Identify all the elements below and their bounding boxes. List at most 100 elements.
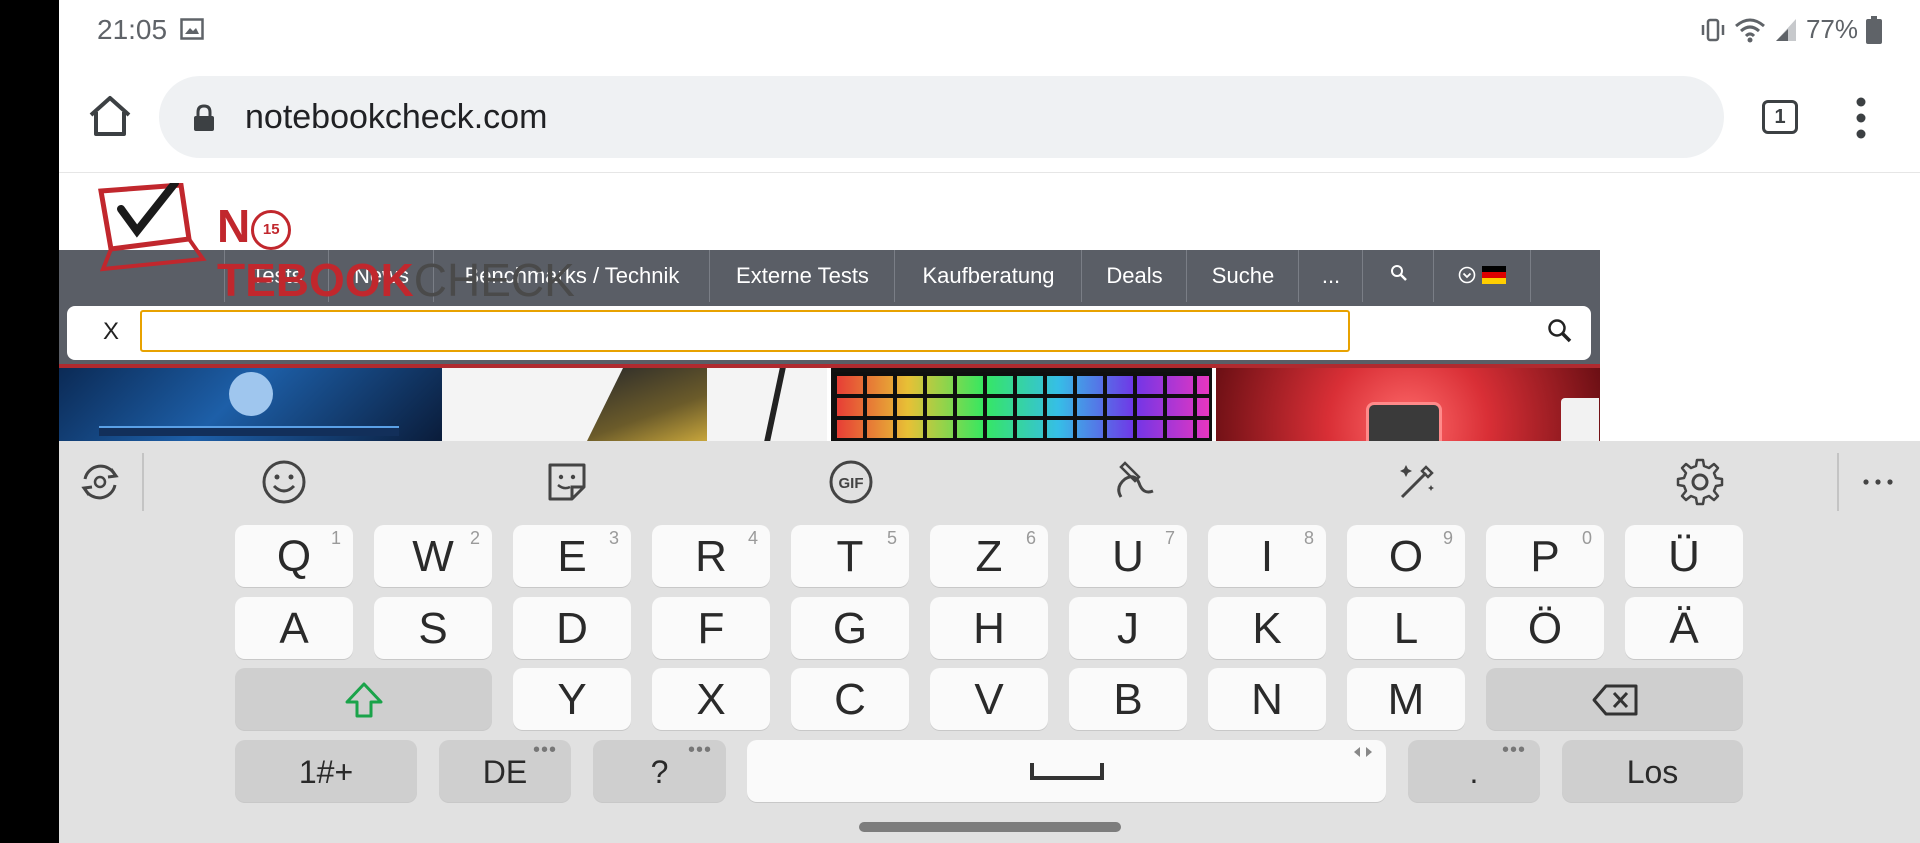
key-p[interactable]: P0 bbox=[1486, 525, 1604, 587]
symbols-key[interactable]: 1#+ bbox=[235, 740, 417, 802]
shift-key[interactable] bbox=[235, 668, 492, 730]
building-facade bbox=[587, 368, 707, 441]
key-j[interactable]: J bbox=[1069, 597, 1187, 659]
logo-text-n: N bbox=[217, 200, 251, 252]
site-logo[interactable]: N 15TEBOOKCHECK bbox=[97, 183, 617, 306]
key-label: W bbox=[412, 532, 454, 581]
space-key[interactable] bbox=[747, 740, 1386, 802]
tab-switcher-button[interactable]: 1 bbox=[1762, 100, 1798, 134]
web-page: Tests News Benchmarks / Technik Externe … bbox=[59, 173, 1920, 441]
magic-edit-icon[interactable] bbox=[1392, 457, 1442, 507]
key-b[interactable]: B bbox=[1069, 668, 1187, 730]
handwriting-icon[interactable] bbox=[1109, 457, 1159, 507]
period-key[interactable]: . ••• bbox=[1408, 740, 1540, 802]
more-options-icon[interactable] bbox=[1853, 457, 1903, 507]
key-z[interactable]: Z6 bbox=[930, 525, 1048, 587]
key-hint: 2 bbox=[469, 528, 480, 548]
key-i[interactable]: I8 bbox=[1208, 525, 1326, 587]
building-beam bbox=[764, 368, 786, 441]
overflow-menu-icon[interactable] bbox=[1851, 96, 1871, 140]
thumbnail-astronaut[interactable] bbox=[59, 368, 442, 441]
gallery-notification-icon bbox=[180, 18, 204, 40]
key-hint: 9 bbox=[1442, 528, 1453, 548]
svg-text:GIF: GIF bbox=[839, 475, 864, 492]
backspace-icon bbox=[1592, 684, 1637, 716]
key-q[interactable]: Q1 bbox=[235, 525, 353, 587]
key-t[interactable]: T5 bbox=[791, 525, 909, 587]
key-v[interactable]: V bbox=[930, 668, 1048, 730]
nav-externe-tests[interactable]: Externe Tests bbox=[709, 250, 895, 302]
backspace-key[interactable] bbox=[1486, 668, 1743, 730]
lock-icon[interactable] bbox=[193, 104, 215, 132]
sticker-icon[interactable] bbox=[542, 457, 592, 507]
key-h[interactable]: H bbox=[930, 597, 1048, 659]
carousel-next-button[interactable] bbox=[1561, 398, 1599, 441]
key-l[interactable]: L bbox=[1347, 597, 1465, 659]
key-w[interactable]: W2 bbox=[374, 525, 492, 587]
logo-badge: 15 bbox=[251, 209, 292, 250]
home-icon[interactable] bbox=[85, 91, 135, 141]
shift-icon bbox=[345, 682, 382, 718]
nav-suche[interactable]: Suche bbox=[1186, 250, 1299, 302]
logo-text-tebook: TEBOOK bbox=[217, 254, 414, 306]
key-f[interactable]: F bbox=[652, 597, 770, 659]
laptop-edge bbox=[99, 426, 399, 436]
key-s[interactable]: S bbox=[374, 597, 492, 659]
key-a[interactable]: A bbox=[235, 597, 353, 659]
key-o[interactable]: O9 bbox=[1347, 525, 1465, 587]
key-ue[interactable]: Ü bbox=[1625, 525, 1743, 587]
battery-percent: 77% bbox=[1805, 14, 1858, 44]
thumbnail-chip[interactable] bbox=[1216, 368, 1600, 441]
nav-more[interactable]: ... bbox=[1298, 250, 1363, 302]
key-label: U bbox=[1112, 532, 1144, 581]
settings-gear-icon[interactable] bbox=[1675, 457, 1725, 507]
key-oe[interactable]: Ö bbox=[1486, 597, 1604, 659]
address-bar[interactable]: notebookcheck.com bbox=[159, 76, 1724, 158]
key-label: I bbox=[1260, 532, 1274, 581]
key-ae[interactable]: Ä bbox=[1625, 597, 1743, 659]
gif-icon[interactable]: GIF bbox=[826, 457, 876, 507]
enter-key[interactable]: Los bbox=[1562, 740, 1743, 802]
sticker-sync-icon[interactable] bbox=[75, 457, 125, 507]
key-e[interactable]: E3 bbox=[513, 525, 631, 587]
url-text[interactable]: notebookcheck.com bbox=[245, 98, 547, 137]
nav-kaufberatung[interactable]: Kaufberatung bbox=[894, 250, 1082, 302]
status-time: 21:05 bbox=[97, 14, 168, 45]
battery-icon bbox=[1866, 15, 1882, 44]
onscreen-keyboard: GIF Q1 W2 E3 R4 T5 Z6 U7 I8 O9 P0 Ü A S … bbox=[59, 441, 1920, 843]
language-label: DE bbox=[482, 754, 528, 790]
key-hint: 6 bbox=[1025, 528, 1036, 548]
nav-deals[interactable]: Deals bbox=[1081, 250, 1187, 302]
space-bar-icon bbox=[1029, 763, 1104, 781]
key-u[interactable]: U7 bbox=[1069, 525, 1187, 587]
more-dots-icon: ••• bbox=[687, 739, 712, 761]
toolbar-divider bbox=[1837, 453, 1839, 511]
wifi-icon bbox=[1734, 18, 1765, 42]
nav-search-icon-btn[interactable] bbox=[1362, 250, 1434, 302]
status-bar: 21:05 77% bbox=[59, 0, 1920, 60]
key-d[interactable]: D bbox=[513, 597, 631, 659]
search-close-button[interactable]: X bbox=[103, 318, 119, 346]
site-search-bar: X bbox=[59, 302, 1600, 368]
key-label: Z bbox=[975, 532, 1003, 581]
key-k[interactable]: K bbox=[1208, 597, 1326, 659]
language-key[interactable]: DE ••• bbox=[439, 740, 571, 802]
key-g[interactable]: G bbox=[791, 597, 909, 659]
key-y[interactable]: Y bbox=[513, 668, 631, 730]
chevron-down-circle-icon bbox=[1458, 266, 1476, 284]
key-x[interactable]: X bbox=[652, 668, 770, 730]
question-key[interactable]: ? ••• bbox=[593, 740, 726, 802]
thumbnail-building[interactable] bbox=[442, 368, 827, 441]
key-m[interactable]: M bbox=[1347, 668, 1465, 730]
home-gesture-bar[interactable] bbox=[859, 822, 1121, 832]
key-n[interactable]: N bbox=[1208, 668, 1326, 730]
key-c[interactable]: C bbox=[791, 668, 909, 730]
nav-language[interactable] bbox=[1433, 250, 1531, 302]
key-hint: 4 bbox=[747, 528, 758, 548]
key-hint: 3 bbox=[608, 528, 619, 548]
search-input[interactable] bbox=[140, 310, 1350, 352]
key-r[interactable]: R4 bbox=[652, 525, 770, 587]
emoji-icon[interactable] bbox=[259, 457, 309, 507]
thumbnail-keyboard[interactable] bbox=[831, 368, 1212, 441]
search-icon[interactable] bbox=[1547, 318, 1573, 344]
